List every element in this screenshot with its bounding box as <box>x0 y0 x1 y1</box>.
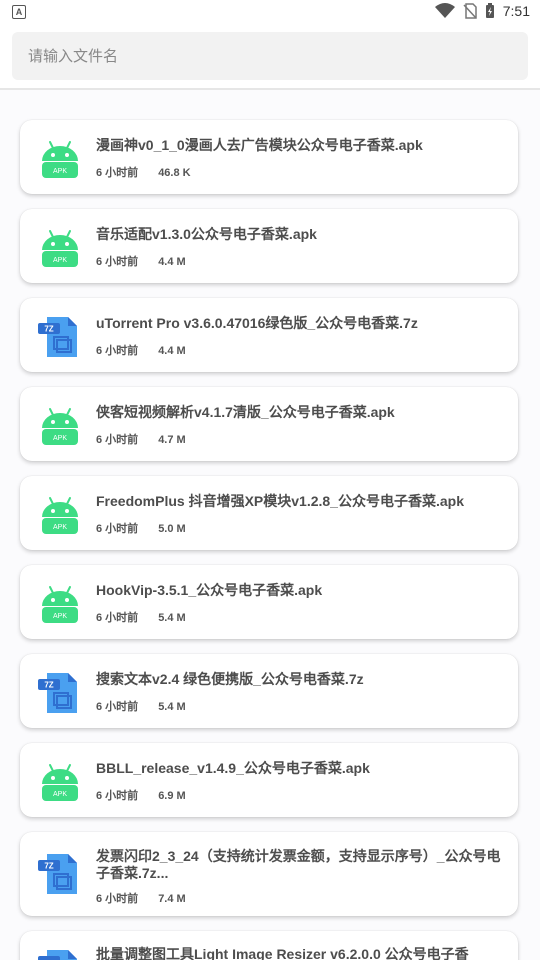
apk-label: APK <box>53 791 67 798</box>
file-item[interactable]: APK BBLL_release_v1.4.9_公众号电子香菜.apk 6 小时… <box>20 743 518 817</box>
apk-icon: APK <box>38 226 82 270</box>
file-meta: 6 小时前 7.4 M <box>96 890 186 906</box>
file-meta: 6 小时前 5.4 M <box>96 698 186 714</box>
file-time: 6 小时前 <box>96 790 139 802</box>
file-item[interactable]: 7Z 发票闪印2_3_24（支持统计发票金额，支持显示序号）_公众号电子香菜.7… <box>20 832 518 916</box>
apk-label: APK <box>53 613 67 620</box>
apk-icon: APK <box>38 760 82 804</box>
file-time: 6 小时前 <box>96 701 139 713</box>
file-name: uTorrent Pro v3.6.0.47016绿色版_公众号电香菜.7z <box>96 315 418 331</box>
file-item[interactable]: APK HookVip-3.5.1_公众号电子香菜.apk 6 小时前 5.4 M <box>20 565 518 639</box>
file-name: 音乐适配v1.3.0公众号电子香菜.apk <box>96 226 317 242</box>
file-item[interactable]: 批量调整图工具Light Image Resizer v6.2.0.0 公众号电… <box>20 931 518 960</box>
apk-icon: APK <box>38 582 82 626</box>
search-bar <box>0 24 540 88</box>
file-name: FreedomPlus 抖音增强XP模块v1.2.8_公众号电子香菜.apk <box>96 493 464 509</box>
file-time: 6 小时前 <box>96 434 139 446</box>
file-time: 6 小时前 <box>96 167 139 179</box>
file-size: 46.8 K <box>158 167 191 179</box>
file-list[interactable]: APK 漫画神v0_1_0漫画人去广告模块公众号电子香菜.apk 6 小时前 46… <box>0 90 540 960</box>
apk-label: APK <box>53 435 67 442</box>
file-name: BBLL_release_v1.4.9_公众号电子香菜.apk <box>96 760 370 776</box>
file-size: 7.4 M <box>158 893 186 905</box>
7z-label: 7Z <box>44 681 53 690</box>
apk-icon: APK <box>38 493 82 537</box>
file-time: 6 小时前 <box>96 256 139 268</box>
file-item[interactable]: APK 侠客短视频解析v4.1.7清版_公众号电子香菜.apk 6 小时前 4.7… <box>20 387 518 461</box>
file-name: HookVip-3.5.1_公众号电子香菜.apk <box>96 582 323 598</box>
file-meta: 6 小时前 5.0 M <box>96 520 186 536</box>
file-item[interactable]: APK 漫画神v0_1_0漫画人去广告模块公众号电子香菜.apk 6 小时前 46… <box>20 120 518 194</box>
file-meta: 6 小时前 46.8 K <box>96 164 191 180</box>
file-meta: 6 小时前 4.4 M <box>96 253 186 269</box>
7z-archive-icon <box>38 948 82 960</box>
7z-archive-icon: 7Z <box>38 315 82 359</box>
file-name: 漫画神v0_1_0漫画人去广告模块公众号电子香菜.apk <box>96 137 423 153</box>
file-item[interactable]: 7Z uTorrent Pro v3.6.0.47016绿色版_公众号电香菜.7… <box>20 298 518 372</box>
search-input[interactable] <box>12 32 534 80</box>
status-bar: A 7:51 <box>0 0 540 24</box>
file-size: 4.7 M <box>158 434 186 446</box>
file-item[interactable]: APK 音乐适配v1.3.0公众号电子香菜.apk 6 小时前 4.4 M <box>20 209 518 283</box>
apk-icon: APK <box>38 137 82 181</box>
file-item[interactable]: APK FreedomPlus 抖音增强XP模块v1.2.8_公众号电子香菜.a… <box>20 476 518 550</box>
apk-icon: APK <box>38 404 82 448</box>
apk-label: APK <box>53 257 67 264</box>
file-size: 4.4 M <box>158 256 186 268</box>
apk-label: APK <box>53 524 67 531</box>
file-meta: 6 小时前 4.4 M <box>96 342 186 358</box>
wifi-icon <box>434 3 455 19</box>
file-name: 搜索文本v2.4 绿色便携版_公众号电香菜.7z <box>96 671 364 687</box>
battery-charging-icon <box>485 3 495 19</box>
7z-archive-icon: 7Z <box>38 671 82 715</box>
notification-icon: A <box>12 5 26 19</box>
file-time: 6 小时前 <box>96 612 139 624</box>
clock: 7:51 <box>502 3 530 19</box>
file-time: 6 小时前 <box>96 893 139 905</box>
7z-label: 7Z <box>44 862 53 871</box>
file-meta: 6 小时前 5.4 M <box>96 609 186 625</box>
7z-label: 7Z <box>44 325 53 334</box>
file-meta: 6 小时前 4.7 M <box>96 431 186 447</box>
file-size: 6.9 M <box>158 790 186 802</box>
file-name: 侠客短视频解析v4.1.7清版_公众号电子香菜.apk <box>96 404 395 420</box>
file-size: 5.0 M <box>158 523 186 535</box>
file-time: 6 小时前 <box>96 523 139 535</box>
file-size: 5.4 M <box>158 612 186 624</box>
7z-archive-icon: 7Z <box>38 852 82 896</box>
no-sim-icon <box>463 3 477 19</box>
file-meta: 6 小时前 6.9 M <box>96 787 186 803</box>
apk-label: APK <box>53 168 67 175</box>
search-box <box>12 32 534 80</box>
file-name: 批量调整图工具Light Image Resizer v6.2.0.0 公众号电… <box>96 946 469 960</box>
file-name: 发票闪印2_3_24（支持统计发票金额，支持显示序号）_公众号电子香菜.7z..… <box>96 848 501 881</box>
file-time: 6 小时前 <box>96 345 139 357</box>
file-item[interactable]: 7Z 搜索文本v2.4 绿色便携版_公众号电香菜.7z 6 小时前 5.4 M <box>20 654 518 728</box>
file-size: 5.4 M <box>158 701 186 713</box>
file-size: 4.4 M <box>158 345 186 357</box>
